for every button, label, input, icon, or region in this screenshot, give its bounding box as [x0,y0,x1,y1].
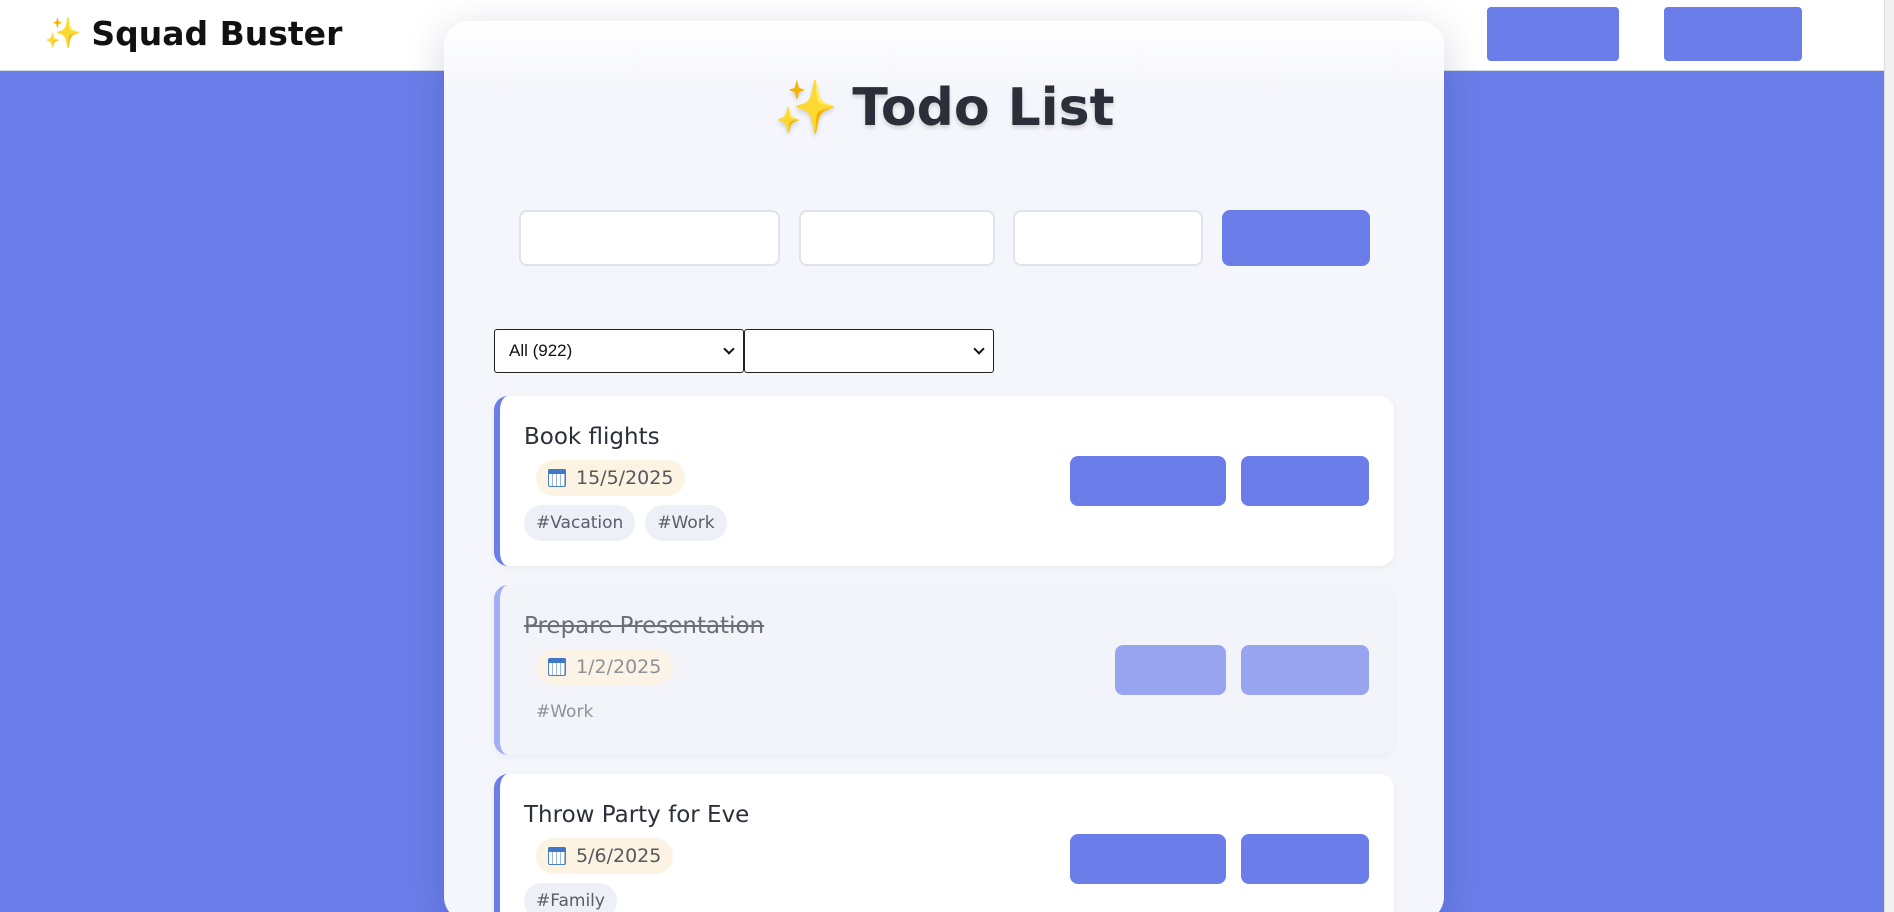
task-input[interactable] [519,210,780,266]
todo-title[interactable]: Book flights [524,424,660,450]
edit-button[interactable] [1070,834,1226,884]
tag-chip[interactable]: #Family [524,883,617,912]
tag-chip[interactable]: #Work [645,505,727,541]
edit-button[interactable] [1070,456,1226,506]
tag-list: #Work [524,694,605,730]
due-date-badge: 1/2/2025 [536,649,674,685]
tag-chip[interactable]: #Vacation [524,505,636,541]
tags-input[interactable] [1013,210,1203,266]
calendar-icon [548,469,566,487]
todo-panel: ✨ Todo List All (922) Book flights 15/5/2… [444,21,1444,912]
todo-title[interactable]: Prepare Presentation [524,613,764,639]
todo-item[interactable]: Book flights 15/5/2025 #Vacation #Work [494,396,1394,566]
tag-filter-select[interactable] [744,329,994,373]
delete-button[interactable] [1241,834,1369,884]
todo-title[interactable]: Throw Party for Eve [524,802,749,828]
nav-button-1[interactable] [1487,7,1619,61]
status-filter-value: All (922) [509,341,573,360]
chevron-down-icon [723,343,735,355]
page-title: ✨ Todo List [444,77,1444,138]
todo-item-completed[interactable]: Prepare Presentation 1/2/2025 #Work [494,585,1394,755]
delete-button[interactable] [1241,645,1369,695]
calendar-icon [548,847,566,865]
page-title-text: Todo List [852,78,1115,138]
due-date-badge: 5/6/2025 [536,838,674,874]
due-date-badge: 15/5/2025 [536,460,686,496]
add-todo-button[interactable] [1222,210,1370,266]
status-filter-select[interactable]: All (922) [494,329,744,373]
sparkles-icon: ✨ [44,16,82,51]
due-date-text: 5/6/2025 [576,845,662,867]
brand-name: Squad Buster [91,14,343,53]
chevron-down-icon [973,343,985,355]
edit-button[interactable] [1115,645,1226,695]
due-date-text: 15/5/2025 [576,467,674,489]
tag-list: #Family [524,883,617,912]
brand[interactable]: ✨ Squad Buster [44,14,342,53]
tag-chip[interactable]: #Work [524,694,605,730]
sparkles-icon: ✨ [773,78,839,138]
delete-button[interactable] [1241,456,1369,506]
nav-button-2[interactable] [1664,7,1802,61]
todo-item[interactable]: Throw Party for Eve 5/6/2025 #Family [494,774,1394,912]
tag-list: #Vacation #Work [524,505,727,541]
due-date-text: 1/2/2025 [576,656,662,678]
calendar-icon [548,658,566,676]
due-date-input[interactable] [799,210,995,266]
page-scrollbar[interactable] [1884,0,1894,912]
